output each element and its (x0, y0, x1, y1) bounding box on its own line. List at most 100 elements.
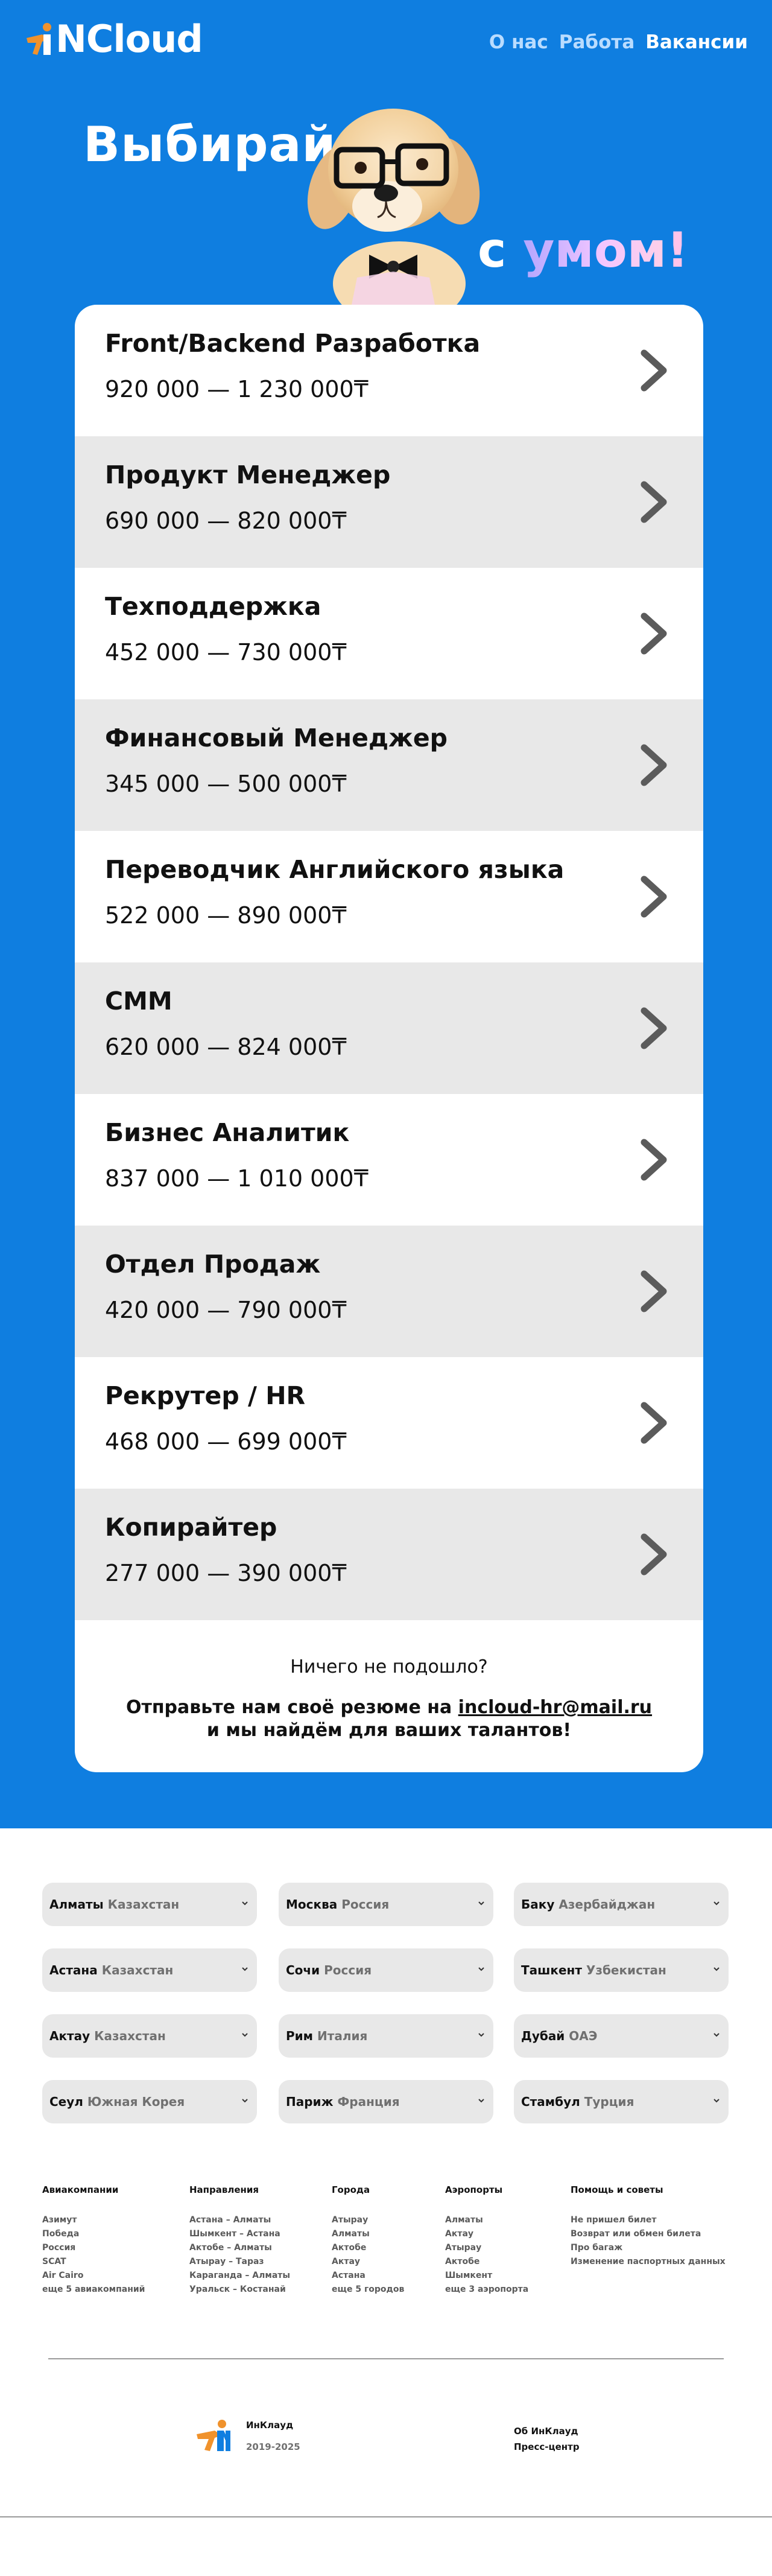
city-name: Баку (521, 1897, 555, 1912)
chevron-right-icon[interactable] (638, 874, 669, 919)
city-select[interactable]: Ташкент Узбекистан (514, 1948, 729, 1992)
chevron-right-icon[interactable] (638, 480, 669, 524)
footer-link[interactable]: Актобе (445, 2255, 528, 2269)
vacancy-title: Продукт Менеджер (105, 460, 391, 489)
city-select[interactable]: Сеул Южная Корея (42, 2080, 257, 2123)
vacancy-salary: 620 000 — 824 000₸ (105, 1034, 347, 1060)
footer-link[interactable]: Актобе (332, 2241, 404, 2255)
vacancy-row[interactable]: СММ 620 000 — 824 000₸ (75, 962, 703, 1094)
footer-link[interactable]: Шымкент (445, 2269, 528, 2283)
chevron-down-icon (713, 2099, 720, 2103)
footer-link[interactable]: Актау (445, 2227, 528, 2241)
vacancy-row[interactable]: Продукт Менеджер 690 000 — 820 000₸ (75, 436, 703, 568)
city-select[interactable]: Алматы Казахстан (42, 1883, 257, 1926)
chevron-right-icon[interactable] (638, 1137, 669, 1182)
vacancy-row[interactable]: Рекрутер / HR 468 000 — 699 000₸ (75, 1357, 703, 1489)
vacancy-row[interactable]: Бизнес Аналитик 837 000 — 1 010 000₸ (75, 1094, 703, 1226)
footer-link[interactable]: Алматы (445, 2213, 528, 2227)
footer-link[interactable]: Азимут (42, 2213, 145, 2227)
about-incloud-link[interactable]: Об ИнКлауд (514, 2423, 580, 2439)
footer-col-title: Направления (189, 2184, 259, 2195)
footer-link[interactable]: Россия (42, 2241, 145, 2255)
footer-link[interactable]: SCAT (42, 2255, 145, 2269)
vacancy-title: Финансовый Менеджер (105, 724, 448, 752)
footer-link[interactable]: Изменение паспортных данных (571, 2255, 726, 2269)
chevron-down-icon (713, 2033, 720, 2037)
city-select[interactable]: Сочи Россия (279, 1948, 493, 1992)
hr-email-link[interactable]: incloud-hr@mail.ru (458, 1697, 652, 1718)
top-bar: NCloud О нас Работа Вакансии (0, 0, 772, 84)
nav-work-link[interactable]: Работа (559, 30, 634, 54)
footer-link[interactable]: Не пришел билет (571, 2213, 726, 2227)
nav-vacancies-link[interactable]: Вакансии (645, 30, 748, 54)
puppy-mascot-image (297, 97, 490, 326)
press-center-link[interactable]: Пресс-центр (514, 2439, 580, 2455)
city-name: Астана (49, 1963, 98, 1977)
footer-link[interactable]: Актау (332, 2255, 404, 2269)
vacancy-salary: 345 000 — 500 000₸ (105, 771, 347, 797)
footer-link[interactable]: еще 5 городов (332, 2283, 404, 2297)
footer-link[interactable]: Air Cairo (42, 2269, 145, 2283)
city-name: Сеул (49, 2094, 83, 2109)
chevron-down-icon (242, 2099, 248, 2103)
chevron-down-icon (242, 1967, 248, 1971)
vacancy-row[interactable]: Копирайтер 277 000 — 390 000₸ (75, 1489, 703, 1620)
vacancy-title: Техподдержка (105, 592, 321, 621)
vacancy-row[interactable]: Переводчик Английского языка 522 000 — 8… (75, 831, 703, 962)
footer-link[interactable]: Атырау (332, 2213, 404, 2227)
city-select[interactable]: Дубай ОАЭ (514, 2014, 729, 2058)
chevron-right-icon[interactable] (638, 1006, 669, 1051)
vacancy-row[interactable]: Техподдержка 452 000 — 730 000₸ (75, 568, 703, 699)
vacancy-row[interactable]: Front/Backend Разработка 920 000 — 1 230… (75, 305, 703, 436)
city-select[interactable]: Москва Россия (279, 1883, 493, 1926)
footer-link[interactable]: Про багаж (571, 2241, 726, 2255)
footer-link[interactable]: Победа (42, 2227, 145, 2241)
city-select[interactable]: Актау Казахстан (42, 2014, 257, 2058)
footer-link[interactable]: Атырау (445, 2241, 528, 2255)
city-name: Ташкент (521, 1963, 582, 1977)
hero-headline-c: с (478, 222, 524, 278)
chevron-right-icon[interactable] (638, 348, 669, 393)
footer-divider (48, 2358, 724, 2359)
vacancy-row[interactable]: Отдел Продаж 420 000 — 790 000₸ (75, 1226, 703, 1357)
nav-about-link[interactable]: О нас (489, 30, 548, 54)
footer-link[interactable]: Уральск – Костанай (189, 2283, 290, 2297)
footer-about-links: Об ИнКлауд Пресс-центр (514, 2423, 580, 2455)
city-name: Москва (286, 1897, 338, 1912)
chevron-right-icon[interactable] (638, 1269, 669, 1314)
city-select[interactable]: Астана Казахстан (42, 1948, 257, 1992)
city-select[interactable]: Баку Азербайджан (514, 1883, 729, 1926)
footer-link[interactable]: Алматы (332, 2227, 404, 2241)
chevron-right-icon[interactable] (638, 1401, 669, 1445)
vacancy-salary: 522 000 — 890 000₸ (105, 902, 347, 929)
footer-link[interactable]: Астана – Алматы (189, 2213, 290, 2227)
hero-headline-line2: с умом! (478, 220, 689, 281)
hero-headline-smart: умом (523, 222, 667, 278)
chevron-right-icon[interactable] (638, 611, 669, 656)
footer-link[interactable]: Караганда – Алматы (189, 2269, 290, 2283)
logo-text: NCloud (55, 17, 203, 61)
logo[interactable]: NCloud (24, 21, 203, 58)
footer-col-title: Авиакомпании (42, 2184, 119, 2195)
city-select[interactable]: Париж Франция (279, 2080, 493, 2123)
vacancy-title: Переводчик Английского языка (105, 855, 565, 884)
city-select[interactable]: Рим Италия (279, 2014, 493, 2058)
chevron-down-icon (242, 1901, 248, 1906)
footer-link[interactable]: Шымкент – Астана (189, 2227, 290, 2241)
vacancy-title: Рекрутер / HR (105, 1381, 306, 1410)
footer-link[interactable]: Возврат или обмен билета (571, 2227, 726, 2241)
chevron-right-icon[interactable] (638, 743, 669, 787)
hero-section: NCloud О нас Работа Вакансии Выбирай с у… (0, 0, 772, 1828)
chevron-down-icon (478, 1967, 484, 1971)
vacancy-row[interactable]: Финансовый Менеджер 345 000 — 500 000₸ (75, 699, 703, 831)
footer-link[interactable]: еще 3 аэропорта (445, 2283, 528, 2297)
footer-link[interactable]: Астана (332, 2269, 404, 2283)
chevron-down-icon (478, 2099, 484, 2103)
city-name: Алматы (49, 1897, 104, 1912)
footer-link[interactable]: еще 5 авиакомпаний (42, 2283, 145, 2297)
city-select[interactable]: Стамбул Турция (514, 2080, 729, 2123)
footer-link[interactable]: Актобе – Алматы (189, 2241, 290, 2255)
city-country: Казахстан (107, 1897, 180, 1912)
footer-link[interactable]: Атырау – Тараз (189, 2255, 290, 2269)
chevron-right-icon[interactable] (638, 1532, 669, 1577)
